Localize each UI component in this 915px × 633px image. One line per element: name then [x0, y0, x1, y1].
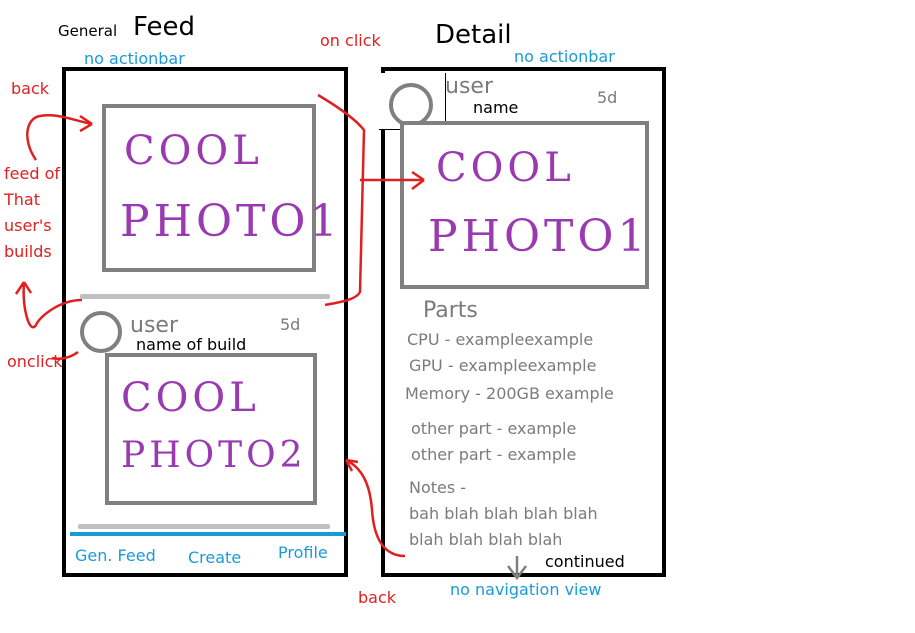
back-arrow-bottom: [345, 458, 406, 558]
back-arrow-top: [26, 114, 93, 161]
on-click-bracket: [317, 93, 366, 307]
onclick-arrow: [22, 281, 83, 329]
onclick-arrow-tail: [51, 350, 79, 360]
back-arrow-bottom-head: [344, 458, 359, 472]
annotation-arrows: [14, 93, 527, 581]
scroll-down-arrow-icon: [507, 556, 527, 581]
